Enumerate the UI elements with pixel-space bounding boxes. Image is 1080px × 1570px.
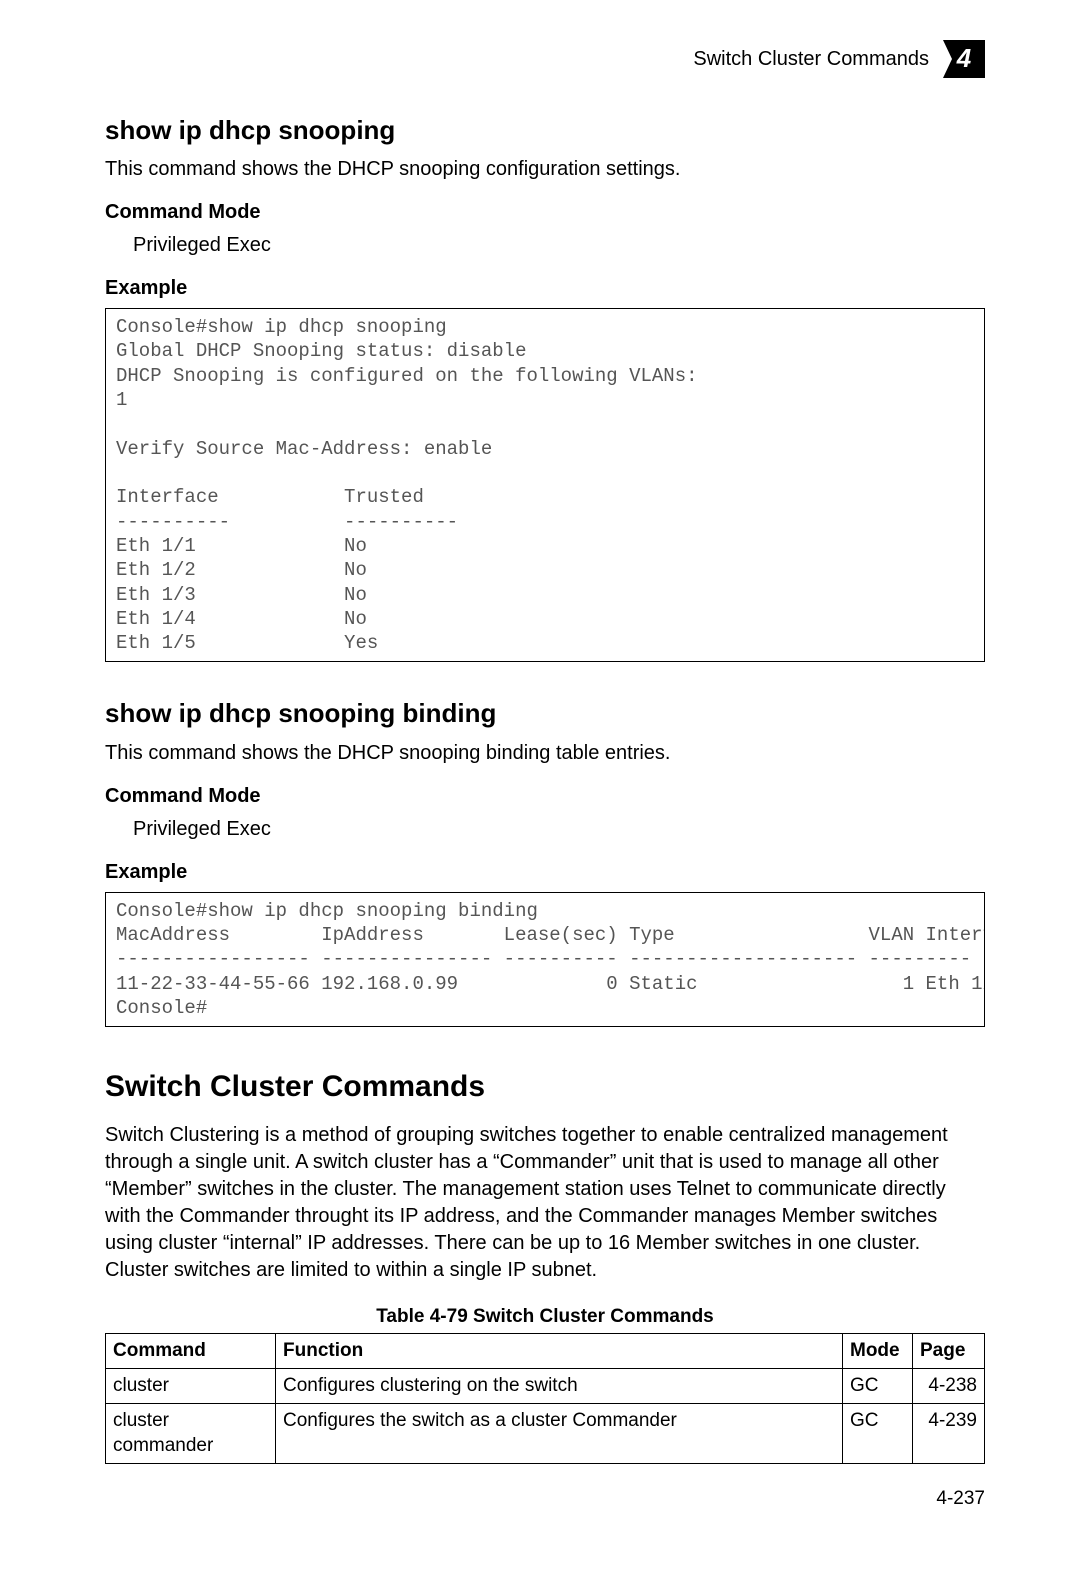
section-desc: Switch Clustering is a method of groupin… — [105, 1122, 985, 1284]
page-header: Switch Cluster Commands 4 — [105, 40, 985, 78]
command-desc-2: This command shows the DHCP snooping bin… — [105, 740, 985, 767]
example-label-2: Example — [105, 859, 985, 886]
cell-mode: GC — [843, 1368, 913, 1403]
table-header-row: Command Function Mode Page — [106, 1334, 985, 1369]
table-row: cluster commander Configures the switch … — [106, 1403, 985, 1463]
command-mode-label-1: Command Mode — [105, 199, 985, 226]
section-title: Switch Cluster Commands — [105, 1067, 985, 1108]
page-number: 4-237 — [105, 1486, 985, 1512]
table-row: cluster Configures clustering on the swi… — [106, 1368, 985, 1403]
example-label-1: Example — [105, 275, 985, 302]
console-output-2: Console#show ip dhcp snooping binding Ma… — [105, 892, 985, 1028]
table-caption: Table 4-79 Switch Cluster Commands — [105, 1304, 985, 1330]
chapter-badge: 4 — [943, 40, 985, 78]
cell-mode: GC — [843, 1403, 913, 1463]
cell-function: Configures clustering on the switch — [276, 1368, 843, 1403]
command-mode-label-2: Command Mode — [105, 783, 985, 810]
cell-command: cluster commander — [106, 1403, 276, 1463]
cell-page: 4-239 — [913, 1403, 985, 1463]
th-function: Function — [276, 1334, 843, 1369]
th-page: Page — [913, 1334, 985, 1369]
command-desc-1: This command shows the DHCP snooping con… — [105, 156, 985, 183]
cell-command: cluster — [106, 1368, 276, 1403]
cell-function: Configures the switch as a cluster Comma… — [276, 1403, 843, 1463]
chapter-number: 4 — [957, 41, 971, 76]
command-title-1: show ip dhcp snooping — [105, 113, 985, 148]
command-mode-value-1: Privileged Exec — [133, 232, 985, 259]
th-mode: Mode — [843, 1334, 913, 1369]
command-mode-value-2: Privileged Exec — [133, 816, 985, 843]
command-title-2: show ip dhcp snooping binding — [105, 696, 985, 731]
cluster-commands-table: Command Function Mode Page cluster Confi… — [105, 1333, 985, 1464]
th-command: Command — [106, 1334, 276, 1369]
header-text: Switch Cluster Commands — [693, 46, 929, 73]
cell-page: 4-238 — [913, 1368, 985, 1403]
console-output-1: Console#show ip dhcp snooping Global DHC… — [105, 308, 985, 662]
